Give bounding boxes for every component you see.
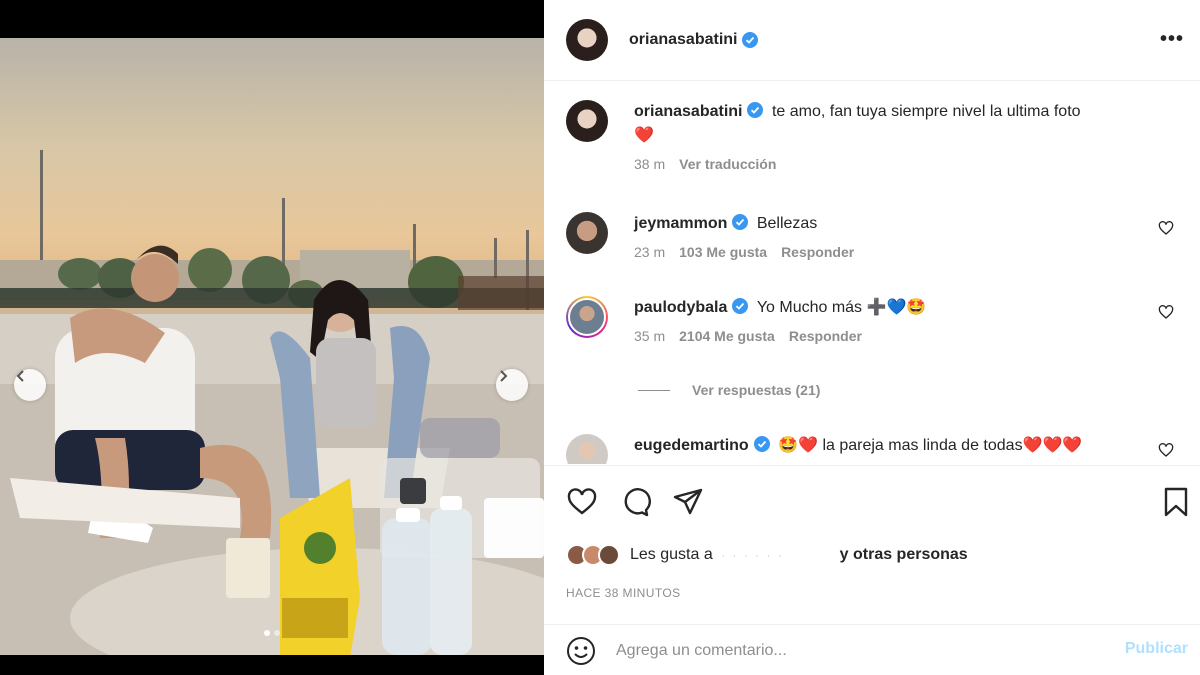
likes-suffix[interactable]: y otras personas: [840, 546, 968, 563]
comment-body: jeymammon Bellezas: [634, 212, 1178, 236]
comment-likes[interactable]: 103 Me gusta: [679, 244, 767, 260]
comment-body: paulodybala Yo Mucho más ➕💙🤩: [634, 296, 1178, 320]
likes-summary[interactable]: Les gusta a · · · · · · y otras personas: [566, 544, 968, 566]
comment-input[interactable]: [616, 641, 1096, 660]
emoji-picker-icon[interactable]: [566, 636, 596, 666]
publish-button[interactable]: Publicar: [1125, 640, 1188, 658]
likes-hidden-user[interactable]: · · · · · ·: [721, 548, 831, 562]
comment-emoji: ➕💙🤩: [866, 299, 927, 316]
caption-avatar[interactable]: [566, 100, 608, 142]
comment-emoji: ❤️❤️❤️: [1022, 437, 1083, 454]
carousel-dot: [274, 630, 280, 636]
comment-item: eugedemartino 🤩❤️ la pareja mas linda de…: [566, 434, 1178, 464]
post-media-panel: [0, 0, 544, 675]
previous-photo-button[interactable]: [14, 369, 46, 401]
liker-avatar: [598, 544, 620, 566]
share-paper-plane-icon[interactable]: [672, 486, 704, 518]
comment-text: Yo Mucho más: [756, 299, 863, 316]
chevron-left-icon: [16, 370, 24, 382]
like-comment-heart-icon[interactable]: [1158, 442, 1174, 458]
caption-text: te amo, fan tuya siempre nivel la ultima…: [771, 103, 1081, 120]
commenter-avatar-story-ring[interactable]: [566, 296, 608, 338]
comment-item: paulodybala Yo Mucho más ➕💙🤩 35 m 2104 M…: [566, 296, 1178, 344]
comment-body: eugedemartino 🤩❤️ la pareja mas linda de…: [634, 434, 1178, 458]
like-heart-icon[interactable]: [566, 486, 598, 518]
view-replies-label[interactable]: Ver respuestas (21): [692, 382, 820, 398]
view-replies-button[interactable]: Ver respuestas (21): [638, 382, 820, 398]
carousel-indicators: [0, 630, 544, 636]
caption-time[interactable]: 38 m: [634, 156, 665, 172]
commenter-avatar[interactable]: [566, 212, 608, 254]
replies-divider: [638, 389, 670, 391]
commenter-avatar[interactable]: [566, 434, 608, 464]
comment-likes[interactable]: 2104 Me gusta: [679, 328, 775, 344]
caption-body: orianasabatini te amo, fan tuya siempre …: [634, 100, 1178, 148]
post-timestamp[interactable]: HACE 38 MINUTOS: [566, 586, 680, 600]
verified-badge-icon: [747, 102, 764, 118]
next-photo-button[interactable]: [496, 369, 528, 401]
commenter-username[interactable]: jeymammon: [634, 215, 727, 232]
more-options-icon[interactable]: •••: [1160, 28, 1184, 51]
caption-meta: 38 m Ver traducción: [634, 156, 1178, 172]
caption-emoji: ❤️: [634, 127, 654, 144]
save-bookmark-icon[interactable]: [1160, 486, 1192, 518]
verified-badge-icon: [753, 436, 770, 452]
carousel-dot: [264, 630, 270, 636]
verified-badge-icon: [732, 298, 749, 314]
post-header: orianasabatini •••: [544, 0, 1200, 81]
commenter-username[interactable]: eugedemartino: [634, 437, 749, 454]
comment-time[interactable]: 35 m: [634, 328, 665, 344]
comment-item: jeymammon Bellezas 23 m 103 Me gusta Res…: [566, 212, 1178, 260]
likes-prefix: Les gusta a: [630, 546, 713, 563]
caption-username[interactable]: orianasabatini: [634, 103, 742, 120]
caption-item: orianasabatini te amo, fan tuya siempre …: [566, 100, 1178, 172]
comment-composer: Publicar: [544, 626, 1200, 675]
verified-badge-icon: [742, 32, 759, 48]
like-comment-heart-icon[interactable]: [1158, 304, 1174, 320]
reply-button[interactable]: Responder: [789, 328, 862, 344]
author-username[interactable]: orianasabatini: [629, 31, 737, 49]
post-actions-section: Les gusta a · · · · · · y otras personas…: [544, 465, 1200, 625]
comment-text: la pareja mas linda de todas: [822, 437, 1023, 454]
comment-emoji-prefix: 🤩❤️: [778, 437, 818, 454]
comment-meta: 23 m 103 Me gusta Responder: [634, 244, 1178, 260]
post-photo[interactable]: [0, 38, 544, 655]
comment-time[interactable]: 23 m: [634, 244, 665, 260]
post-details-panel: orianasabatini ••• orianasabatini te amo…: [544, 0, 1200, 675]
author-avatar[interactable]: [566, 19, 608, 61]
comments-list: orianasabatini te amo, fan tuya siempre …: [544, 82, 1200, 464]
like-comment-heart-icon[interactable]: [1158, 220, 1174, 236]
translate-link[interactable]: Ver traducción: [679, 156, 776, 172]
comment-meta: 35 m 2104 Me gusta Responder: [634, 328, 1178, 344]
comment-text: Bellezas: [756, 215, 818, 232]
commenter-username[interactable]: paulodybala: [634, 299, 727, 316]
verified-badge-icon: [732, 214, 749, 230]
photo-scene: [0, 150, 544, 655]
likes-text: Les gusta a · · · · · · y otras personas: [630, 546, 968, 564]
comment-bubble-icon[interactable]: [619, 486, 651, 518]
chevron-right-icon: [500, 370, 508, 382]
reply-button[interactable]: Responder: [781, 244, 854, 260]
